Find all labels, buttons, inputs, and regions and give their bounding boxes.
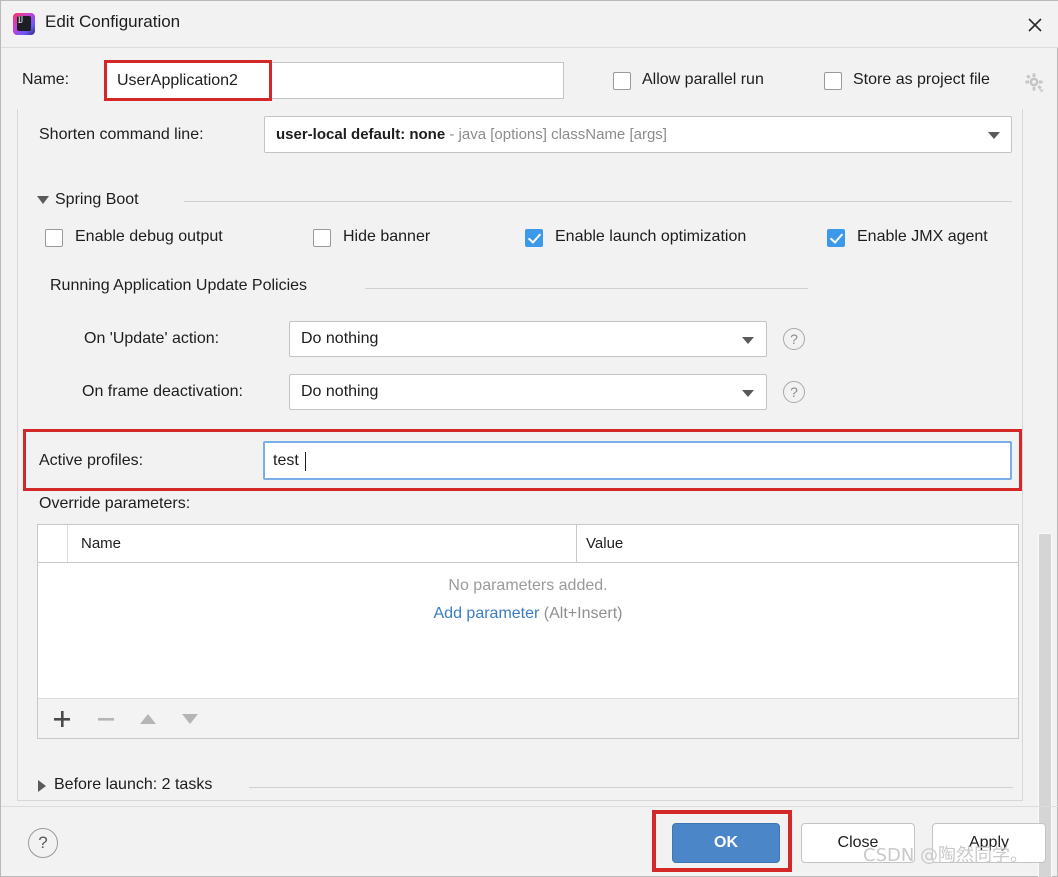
enable-launch-optimization-checkbox[interactable] [525,229,543,247]
update-policies-group-title: Running Application Update Policies [50,277,307,295]
on-frame-deactivation-label: On frame deactivation: [82,383,243,401]
shorten-command-line-label: Shorten command line: [39,126,204,144]
csdn-watermark: CSDN @陶然同学。 [863,841,1028,867]
before-launch-title: Before launch: 2 tasks [54,776,212,794]
hide-banner-checkbox[interactable] [313,229,331,247]
title-bar: IJ Edit Configuration [1,1,1058,48]
column-header-name: Name [81,535,121,552]
move-up-button[interactable] [134,705,162,733]
hide-banner-label: Hide banner [343,228,430,246]
on-frame-deactivation-help-icon[interactable]: ? [783,381,805,403]
column-header-value: Value [586,535,623,552]
table-toolbar [38,698,1018,738]
name-label: Name: [22,71,69,89]
active-profiles-label: Active profiles: [39,452,143,470]
move-down-button[interactable] [176,705,204,733]
allow-parallel-run-checkbox[interactable] [613,72,631,90]
before-launch-divider [249,787,1013,788]
gear-icon[interactable] [1023,71,1045,93]
ok-button[interactable]: OK [672,823,780,863]
chevron-down-icon[interactable] [742,390,754,397]
footer-divider [1,806,1058,807]
override-parameters-table[interactable]: Name Value No parameters added. Add para… [37,524,1019,739]
active-profiles-input[interactable]: test [263,441,1012,480]
active-profiles-value: test [273,452,299,470]
store-as-project-file-checkbox[interactable] [824,72,842,90]
remove-parameter-button[interactable] [92,705,120,733]
text-caret [305,452,306,471]
edit-configuration-dialog: IJ Edit Configuration Name: UserApplicat… [0,0,1058,877]
enable-jmx-agent-checkbox[interactable] [827,229,845,247]
shorten-command-line-hint: - java [options] className [args] [445,126,667,143]
empty-state-text: No parameters added. [38,577,1018,595]
store-as-project-file-label: Store as project file [853,71,990,89]
enable-jmx-agent-label: Enable JMX agent [857,228,988,246]
table-empty-state: No parameters added. Add parameter (Alt+… [38,577,1018,623]
enable-debug-output-label: Enable debug output [75,228,223,246]
shorten-command-line-combobox[interactable]: user-local default: none - java [options… [264,116,1012,153]
spring-boot-group-title: Spring Boot [55,191,139,209]
chevron-down-icon[interactable] [988,132,1000,139]
add-parameter-button[interactable] [48,705,76,733]
enable-debug-output-checkbox[interactable] [45,229,63,247]
on-update-action-help-icon[interactable]: ? [783,328,805,350]
spring-boot-divider [184,201,1012,202]
on-frame-deactivation-combobox[interactable]: Do nothing [289,374,767,410]
on-frame-deactivation-value: Do nothing [301,383,378,401]
close-icon[interactable] [1019,9,1051,41]
dialog-title: Edit Configuration [45,12,180,32]
update-policies-divider [365,288,808,289]
override-parameters-label: Override parameters: [39,495,190,513]
add-parameter-link[interactable]: Add parameter [434,605,540,622]
on-update-action-label: On 'Update' action: [84,330,219,348]
on-update-action-combobox[interactable]: Do nothing [289,321,767,357]
name-input[interactable]: UserApplication2 [106,62,564,99]
spring-boot-collapse-arrow[interactable] [37,196,49,204]
add-parameter-shortcut: (Alt+Insert) [544,605,623,622]
vertical-scrollbar-track[interactable] [1039,109,1055,801]
intellij-idea-icon: IJ [13,13,35,35]
allow-parallel-run-label: Allow parallel run [642,71,764,89]
on-update-action-value: Do nothing [301,330,378,348]
enable-launch-optimization-label: Enable launch optimization [555,228,746,246]
chevron-down-icon[interactable] [742,337,754,344]
help-button[interactable]: ? [28,828,58,858]
before-launch-expand-arrow[interactable] [38,780,46,792]
table-header: Name Value [38,525,1018,563]
shorten-command-line-value: user-local default: none [276,126,445,143]
